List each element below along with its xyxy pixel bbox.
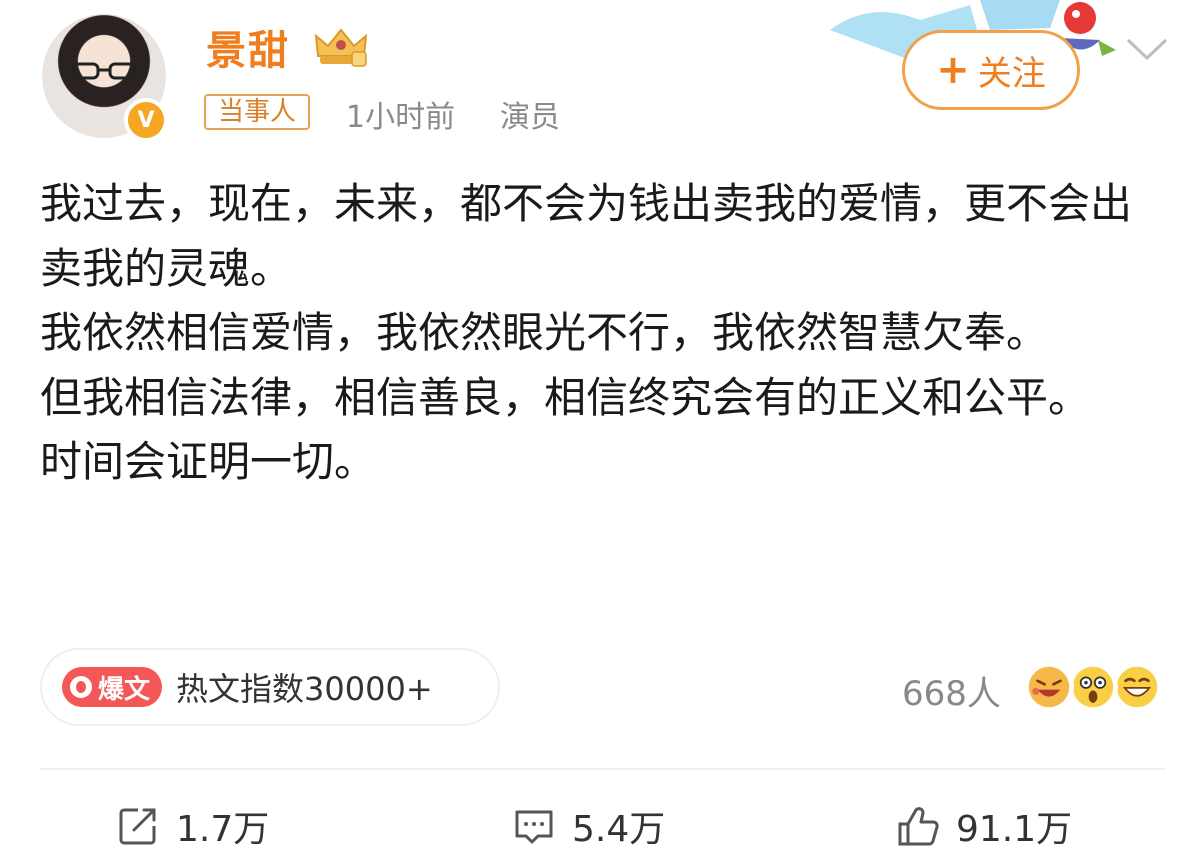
crown-icon [314, 28, 368, 67]
grinning-icon [1112, 662, 1162, 712]
follow-button[interactable]: + 关注 [902, 30, 1080, 110]
comment-button[interactable]: 5.4万 [512, 800, 665, 852]
like-count: 91.1万 [956, 809, 1073, 850]
divider [40, 768, 1165, 770]
content-paragraph: 我依然相信爱情，我依然眼光不行，我依然智慧欠奉。 [40, 308, 1049, 357]
party-tag: 当事人 [204, 94, 311, 130]
comment-count: 5.4万 [572, 809, 666, 850]
hot-index-text: 热文指数30000+ [176, 670, 433, 708]
hot-badge-label: 爆文 [98, 674, 151, 705]
glasses-graphic [70, 62, 138, 80]
post-time: 1小时前 [346, 100, 456, 135]
surprised-icon [1068, 662, 1118, 712]
reaction-count[interactable]: 668人 [902, 666, 1001, 715]
laughing-cry-icon [1024, 662, 1074, 712]
like-button[interactable]: 91.1万 [896, 800, 1072, 852]
hot-badge: 爆文 [62, 667, 163, 707]
chevron-down-icon[interactable] [1124, 34, 1170, 64]
thumbs-up-icon [898, 807, 939, 846]
flame-icon [70, 676, 92, 698]
post-content: 我过去，现在，未来，都不会为钱出卖我的爱情，更不会出卖我的灵魂。 我依然相信爱情… [40, 172, 1165, 495]
repost-count: 1.7万 [176, 809, 270, 850]
hot-index-pill[interactable]: 爆文 热文指数30000+ [40, 648, 500, 726]
repost-icon [119, 808, 156, 845]
comment-icon [515, 810, 553, 844]
reaction-emojis[interactable] [1024, 662, 1164, 714]
verified-badge-icon: V [124, 98, 168, 142]
content-paragraph: 时间会证明一切。 [40, 437, 377, 486]
author-role: 演员 [500, 100, 560, 135]
content-paragraph: 但我相信法律，相信善良，相信终究会有的正义和公平。 [40, 372, 1091, 422]
repost-button[interactable]: 1.7万 [116, 800, 269, 852]
author-name[interactable]: 景甜 [206, 18, 290, 76]
content-paragraph: 我过去，现在，未来，都不会为钱出卖我的爱情，更不会出卖我的灵魂。 [40, 179, 1133, 293]
post-header: V 景甜 当事人 1小时前 演员 + 关注 [0, 0, 1200, 150]
follow-label: 关注 [977, 53, 1046, 94]
plus-icon: + [936, 47, 970, 93]
